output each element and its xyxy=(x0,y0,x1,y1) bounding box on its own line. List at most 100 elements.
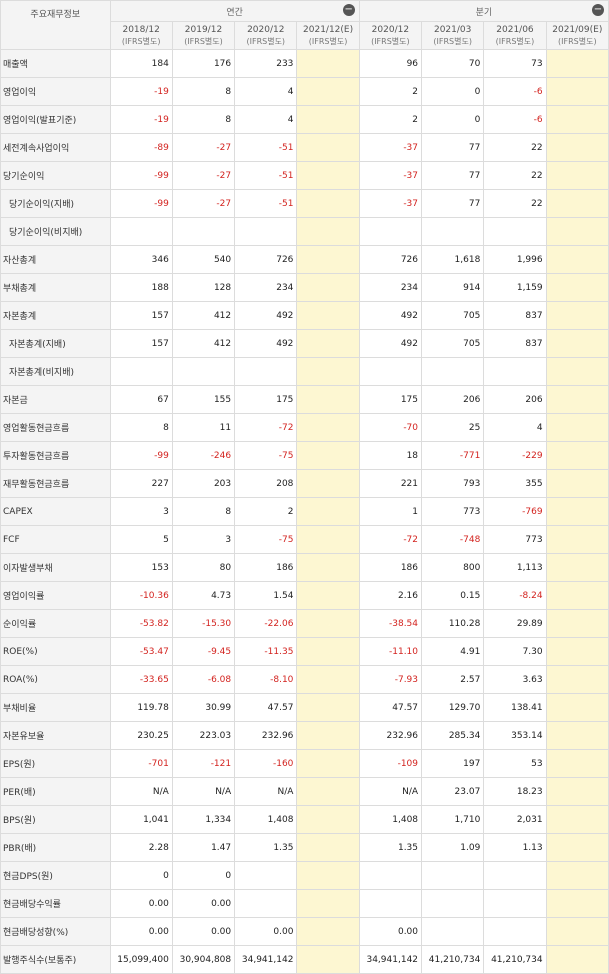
row-label[interactable]: 자본총계 xyxy=(0,301,111,330)
row-label[interactable]: EPS(원) xyxy=(0,749,111,778)
value-cell: 412 xyxy=(171,301,236,330)
table-row: 자본금 67 155 175 175 206 206 xyxy=(0,385,609,414)
row-label[interactable]: 부채총계 xyxy=(0,273,111,302)
value-cell: 186 xyxy=(358,553,423,582)
row-label[interactable]: 자본금 xyxy=(0,385,111,414)
row-label[interactable]: 영업활동현금흐름 xyxy=(0,413,111,442)
estimate-cell xyxy=(296,665,360,694)
row-label[interactable]: 현금배당성향(%) xyxy=(0,917,111,946)
estimate-cell xyxy=(296,161,360,190)
table-row: 영업이익 -19 8 4 2 0 -6 xyxy=(0,77,609,106)
table-row: 당기순이익(비지배) xyxy=(0,217,609,246)
row-label[interactable]: 이자발생부채 xyxy=(0,553,111,582)
value-cell: 3 xyxy=(109,497,173,526)
value-cell: 18.23 xyxy=(483,777,547,806)
value-cell: -51 xyxy=(234,189,298,218)
row-label[interactable]: 당기순이익(지배) xyxy=(0,189,111,218)
value-cell: 4.73 xyxy=(171,581,236,610)
value-cell: 206 xyxy=(483,385,547,414)
row-label[interactable]: PBR(배) xyxy=(0,833,111,862)
value-cell: 837 xyxy=(483,329,547,358)
row-label[interactable]: 영업이익률 xyxy=(0,581,111,610)
row-label[interactable]: 자본총계(비지배) xyxy=(0,357,111,386)
row-label[interactable]: 영업이익 xyxy=(0,77,111,106)
value-cell: 705 xyxy=(421,301,485,330)
value-cell: N/A xyxy=(171,777,236,806)
value-cell: 4 xyxy=(483,413,547,442)
period-label: 2020/12 xyxy=(371,24,410,35)
table-row: 부채비율 119.78 30.99 47.57 47.57 129.70 138.41 xyxy=(0,693,609,722)
row-label[interactable]: 투자활동현금흐름 xyxy=(0,441,111,470)
value-cell: 0.00 xyxy=(234,917,298,946)
row-label[interactable]: ROA(%) xyxy=(0,665,111,694)
row-label[interactable]: 현금배당수익률 xyxy=(0,889,111,918)
estimate-cell xyxy=(296,217,360,246)
value-cell xyxy=(421,217,485,246)
estimate-cell xyxy=(545,721,609,750)
value-cell: 1.35 xyxy=(234,833,298,862)
value-cell: 29.89 xyxy=(483,609,547,638)
table-row: CAPEX 3 8 2 1 773 -769 xyxy=(0,497,609,526)
estimate-cell xyxy=(545,833,609,862)
value-cell: 138.41 xyxy=(483,693,547,722)
value-cell xyxy=(171,217,236,246)
row-label[interactable]: 세전계속사업이익 xyxy=(0,133,111,162)
table-row: PBR(배) 2.28 1.47 1.35 1.35 1.09 1.13 xyxy=(0,833,609,862)
estimate-cell xyxy=(296,301,360,330)
period-label: 2018/12 xyxy=(122,24,160,35)
row-label[interactable]: BPS(원) xyxy=(0,805,111,834)
value-cell xyxy=(109,217,173,246)
row-label[interactable]: 당기순이익 xyxy=(0,161,111,190)
value-cell: -19 xyxy=(109,77,173,106)
collapse-quarter-icon[interactable]: − xyxy=(592,4,604,16)
row-label[interactable]: FCF xyxy=(0,525,111,554)
row-label[interactable]: 영업이익(발표기준) xyxy=(0,105,111,134)
value-cell: 110.28 xyxy=(421,609,485,638)
estimate-cell xyxy=(545,301,609,330)
row-label[interactable]: 순이익률 xyxy=(0,609,111,638)
row-label[interactable]: 재무활동현금흐름 xyxy=(0,469,111,498)
value-cell: -15.30 xyxy=(171,609,236,638)
value-cell: 186 xyxy=(234,553,298,582)
estimate-cell xyxy=(545,693,609,722)
value-cell: 232.96 xyxy=(234,721,298,750)
value-cell: -701 xyxy=(109,749,173,778)
accounting-standard-label: (IFRS별도) xyxy=(308,36,348,46)
value-cell: 0 xyxy=(171,861,236,890)
value-cell: 492 xyxy=(358,329,423,358)
table-row: EPS(원) -701 -121 -160 -109 197 53 xyxy=(0,749,609,778)
estimate-cell xyxy=(296,189,360,218)
estimate-cell xyxy=(545,469,609,498)
row-label[interactable]: CAPEX xyxy=(0,497,111,526)
row-label[interactable]: 당기순이익(비지배) xyxy=(0,217,111,246)
row-label[interactable]: 발행주식수(보통주) xyxy=(0,945,111,974)
row-label[interactable]: 자산총계 xyxy=(0,245,111,274)
value-cell: -37 xyxy=(358,133,423,162)
value-cell: 30,904,808 xyxy=(171,945,236,974)
period-header: 2020/12 (IFRS별도) xyxy=(358,21,423,50)
accounting-standard-label: (IFRS별도) xyxy=(121,36,161,46)
value-cell: -229 xyxy=(483,441,547,470)
estimate-cell xyxy=(296,721,360,750)
value-cell: 800 xyxy=(421,553,485,582)
row-label[interactable]: 자본유보율 xyxy=(0,721,111,750)
estimate-cell xyxy=(296,945,360,974)
value-cell: 773 xyxy=(483,525,547,554)
row-label[interactable]: 자본총계(지배) xyxy=(0,329,111,358)
period-header: 2021/06 (IFRS별도) xyxy=(483,21,547,50)
value-cell: 8 xyxy=(171,497,236,526)
value-cell: 234 xyxy=(234,273,298,302)
value-cell: 1,408 xyxy=(358,805,423,834)
estimate-cell xyxy=(296,133,360,162)
row-label[interactable]: ROE(%) xyxy=(0,637,111,666)
row-label[interactable]: PER(배) xyxy=(0,777,111,806)
estimate-cell xyxy=(296,637,360,666)
row-label[interactable]: 매출액 xyxy=(0,49,111,78)
row-label[interactable]: 부채비율 xyxy=(0,693,111,722)
estimate-cell xyxy=(545,217,609,246)
table-row: ROE(%) -53.47 -9.45 -11.35 -11.10 4.91 7.30 xyxy=(0,637,609,666)
row-label[interactable]: 현금DPS(원) xyxy=(0,861,111,890)
collapse-annual-icon[interactable]: − xyxy=(342,4,355,16)
value-cell: 25 xyxy=(421,413,485,442)
period-label: 2021/03 xyxy=(433,24,472,35)
